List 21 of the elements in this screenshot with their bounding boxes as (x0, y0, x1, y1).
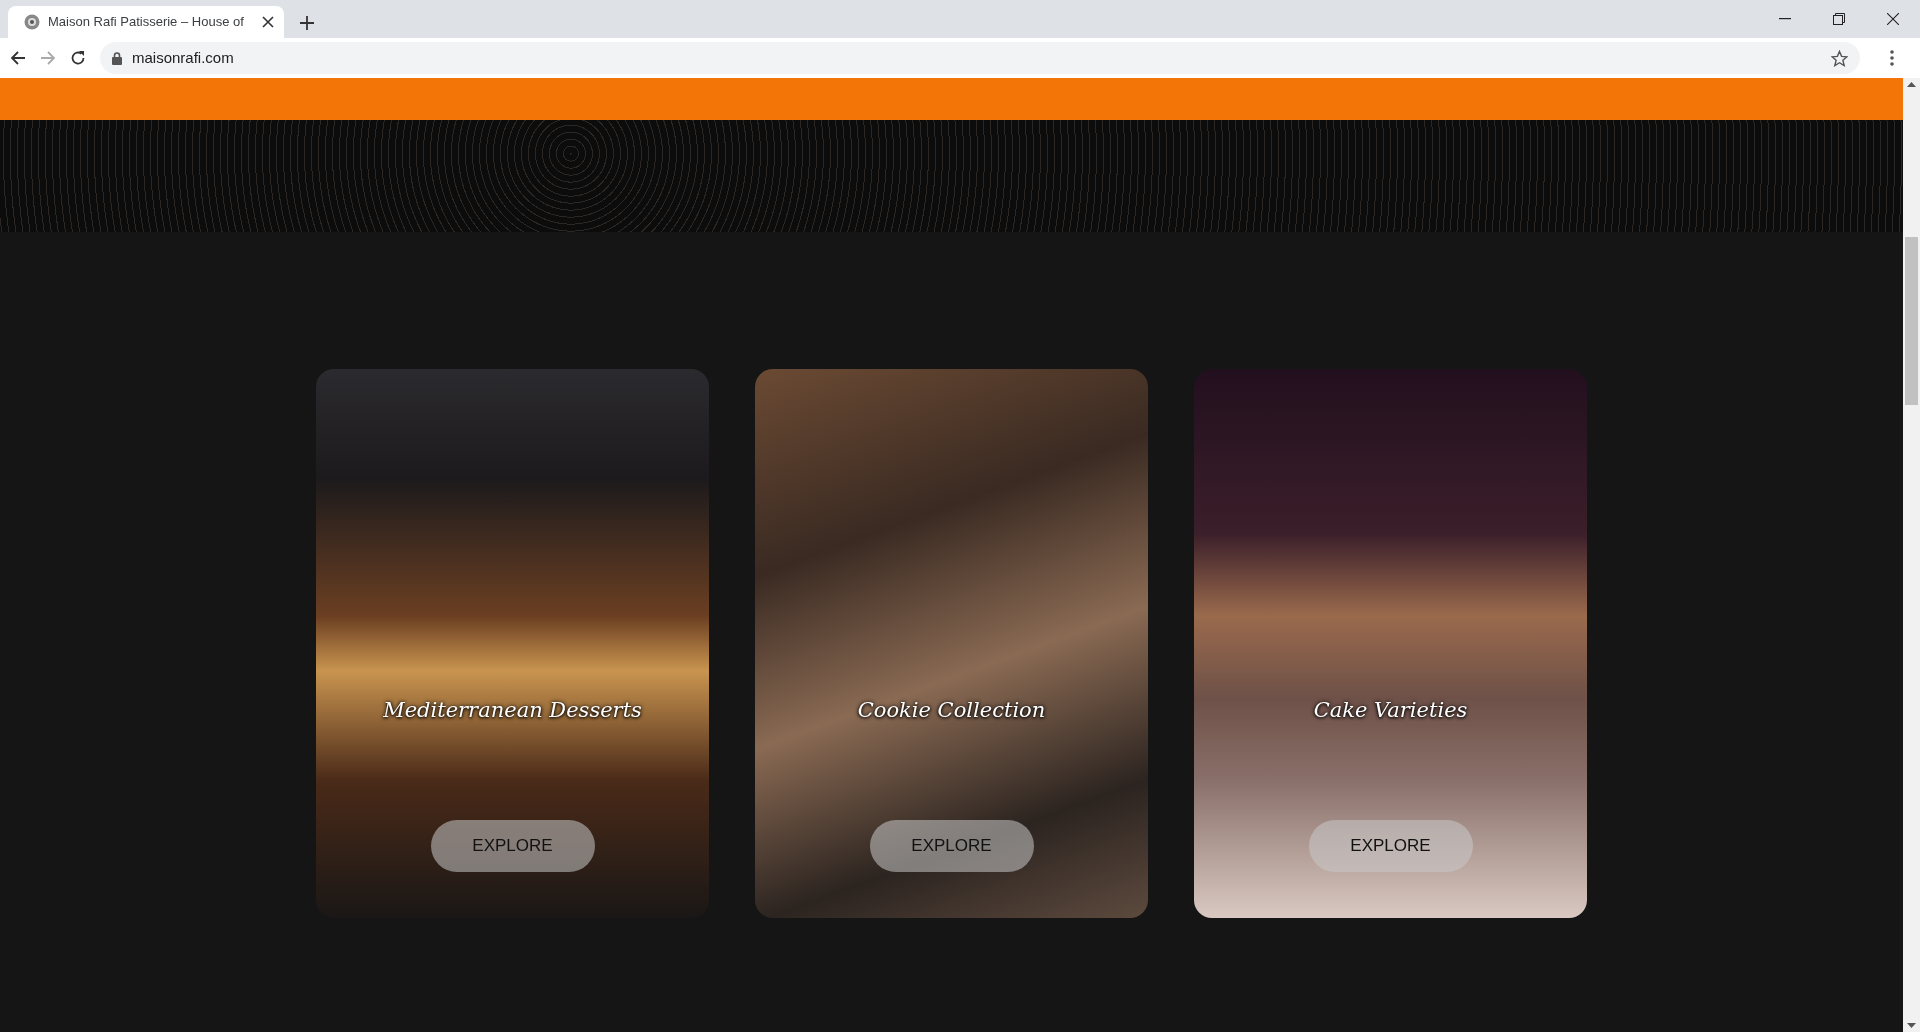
site-icon (24, 14, 40, 30)
star-icon[interactable] (1831, 49, 1848, 67)
explore-button[interactable]: EXPLORE (869, 820, 1034, 872)
scroll-thumb[interactable] (1905, 237, 1918, 405)
scrollbar[interactable] (1903, 78, 1920, 1032)
new-tab-icon[interactable] (300, 16, 314, 30)
card-title: Cake Varieties (1312, 697, 1469, 724)
back-icon[interactable] (10, 50, 26, 66)
url-text: maisonrafi.com (132, 47, 234, 68)
reload-icon[interactable] (70, 50, 86, 66)
card-title: Mediterranean Desserts (382, 697, 643, 724)
lock-icon (112, 51, 122, 65)
address-bar[interactable]: maisonrafi.com (100, 42, 1860, 74)
scroll-up-icon[interactable] (1907, 82, 1916, 87)
close-tab-icon[interactable] (262, 16, 274, 28)
card-title: Cookie Collection (856, 697, 1047, 724)
browser-tab[interactable]: Maison Rafi Patisserie – House of (8, 6, 284, 38)
tab-title: Maison Rafi Patisserie – House of (48, 13, 245, 32)
scroll-down-icon[interactable] (1907, 1023, 1916, 1028)
explore-button[interactable]: EXPLORE (1308, 820, 1473, 872)
explore-button[interactable]: EXPLORE (430, 820, 595, 872)
